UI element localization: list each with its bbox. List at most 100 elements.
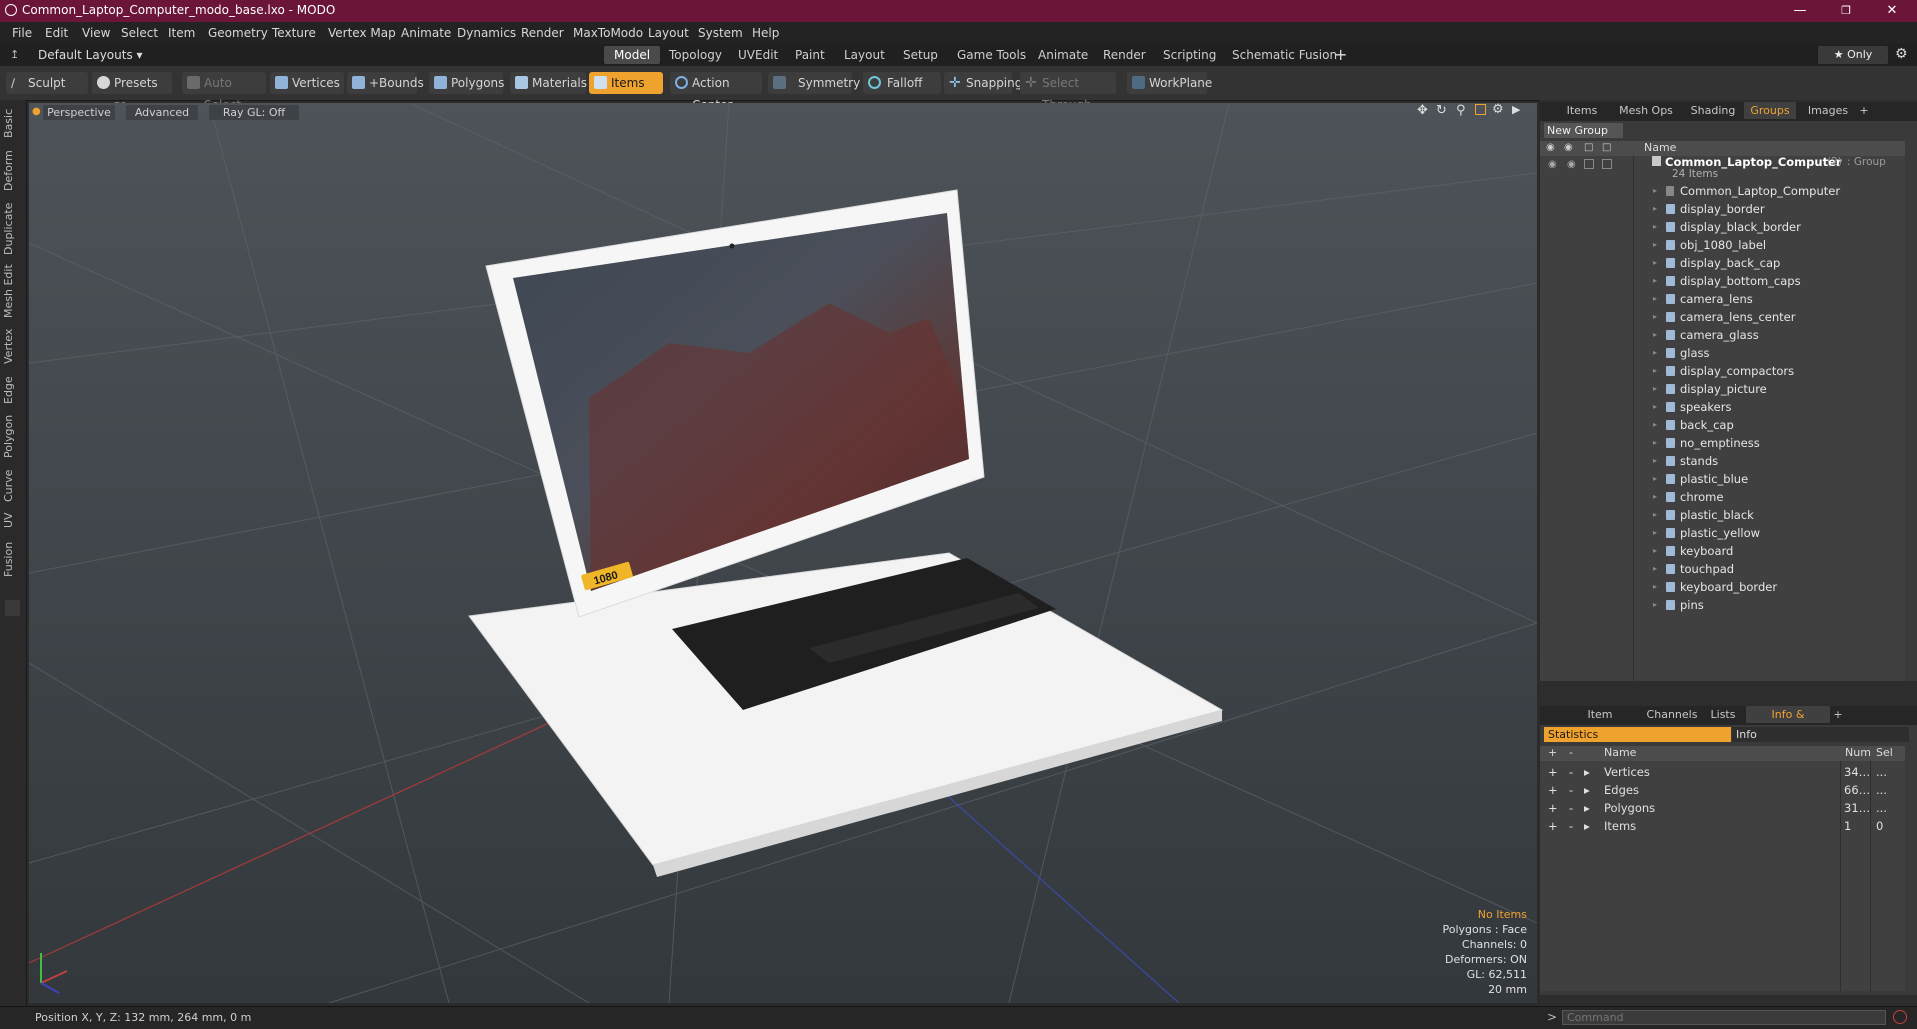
lock-column-icon[interactable]: □ (1584, 142, 1593, 153)
group-item-row[interactable]: ▸ display_bottom_caps (1540, 272, 1905, 290)
menu-help[interactable]: Help (752, 26, 779, 40)
maximize-button[interactable]: ❐ (1823, 0, 1869, 22)
expand-arrow-icon[interactable]: ▸ (1653, 308, 1657, 326)
info-subtab[interactable]: Info (1732, 727, 1909, 742)
symmetry-button[interactable]: Symmetry (768, 72, 860, 94)
materials-button[interactable]: Materials (510, 72, 587, 94)
3d-viewport[interactable]: 1080 ● Perspective Advanced Ray GL: Off … (29, 103, 1537, 1003)
expand-arrow-icon[interactable]: ▸ (1653, 362, 1657, 380)
group-item-row[interactable]: ▸ camera_lens (1540, 290, 1905, 308)
tab-curve[interactable]: Curve (2, 466, 24, 506)
group-item-row[interactable]: ▸ pins (1540, 596, 1905, 614)
collapse-all-icon[interactable]: - (1569, 746, 1573, 759)
expand-arrow-icon[interactable]: ▸ (1653, 578, 1657, 596)
tab-vertex[interactable]: Vertex (2, 324, 24, 368)
expand-arrow-icon[interactable]: ▸ (1584, 781, 1590, 799)
group-item-row[interactable]: ▸ plastic_yellow (1540, 524, 1905, 542)
rotate-icon[interactable]: ↻ (1436, 103, 1447, 118)
remove-icon[interactable]: - (1569, 781, 1573, 799)
group-item-row[interactable]: ▸ speakers (1540, 398, 1905, 416)
render-icon[interactable]: ◉ (1567, 159, 1576, 170)
group-item-row[interactable]: ▸ keyboard_border (1540, 578, 1905, 596)
menu-maxtomodo[interactable]: MaxToModo (573, 26, 643, 40)
workplane-button[interactable]: WorkPlane (1127, 72, 1212, 94)
new-group-button[interactable]: New Group (1544, 123, 1623, 138)
group-item-row[interactable]: ▸ chrome (1540, 488, 1905, 506)
command-input[interactable] (1562, 1010, 1886, 1025)
tab-layout[interactable]: Layout (834, 46, 895, 64)
polygons-button[interactable]: Polygons (429, 72, 504, 94)
statistics-row[interactable]: + - ▸ Edges 66…... (1540, 781, 1905, 799)
group-item-row[interactable]: ▸ obj_1080_label (1540, 236, 1905, 254)
tab-images[interactable]: Images (1800, 102, 1856, 119)
menu-view[interactable]: View (82, 26, 110, 40)
add-icon[interactable]: + (1548, 763, 1558, 781)
tab-polygon[interactable]: Polygon (2, 410, 24, 462)
tab-paint[interactable]: Paint (785, 46, 835, 64)
menu-select[interactable]: Select (121, 26, 158, 40)
expand-arrow-icon[interactable]: ▸ (1584, 817, 1590, 835)
group-item-row[interactable]: ▸ stands (1540, 452, 1905, 470)
tab-animate[interactable]: Animate (1028, 46, 1098, 64)
tab-topology[interactable]: Topology (659, 46, 732, 64)
minimize-button[interactable]: — (1777, 0, 1823, 22)
remove-icon[interactable]: - (1569, 817, 1573, 835)
auto-select-button[interactable]: Auto Select (182, 72, 266, 112)
menu-vertex-map[interactable]: Vertex Map (328, 26, 396, 40)
expand-arrow-icon[interactable]: ▸ (1653, 560, 1657, 578)
menu-texture[interactable]: Texture (272, 26, 316, 40)
remove-icon[interactable]: - (1569, 763, 1573, 781)
group-item-row[interactable]: ▸ touchpad (1540, 560, 1905, 578)
expand-arrow-icon[interactable]: ▸ (1653, 218, 1657, 236)
expand-arrow-icon[interactable]: ▸ (1653, 200, 1657, 218)
expand-arrow-icon[interactable]: ▸ (1653, 380, 1657, 398)
fit-icon[interactable] (1475, 104, 1486, 115)
advanced-dropdown[interactable]: Advanced (126, 105, 198, 120)
expand-arrow-icon[interactable]: ▶ (1512, 103, 1520, 116)
add-icon[interactable]: + (1548, 781, 1558, 799)
group-item-row[interactable]: ▸ keyboard (1540, 542, 1905, 560)
group-name[interactable]: Common_Laptop_Computer (1665, 155, 1842, 169)
expand-arrow-icon[interactable]: ▸ (1653, 524, 1657, 542)
statistics-subtab[interactable]: Statistics (1544, 727, 1731, 742)
add-icon[interactable]: + (1548, 799, 1558, 817)
group-item-row[interactable]: ▸ camera_lens_center (1540, 308, 1905, 326)
tab-uv[interactable]: UV (2, 508, 24, 532)
lock-checkbox[interactable] (1584, 159, 1594, 169)
expand-arrow-icon[interactable]: ▸ (1653, 326, 1657, 344)
tab-fusion[interactable]: Fusion (2, 536, 24, 582)
expand-arrow-icon[interactable]: ▸ (1653, 470, 1657, 488)
record-icon[interactable] (1893, 1010, 1907, 1024)
group-item-row[interactable]: ▸ display_border (1540, 200, 1905, 218)
select-checkbox[interactable] (1602, 159, 1612, 169)
tab-scripting[interactable]: Scripting (1153, 46, 1226, 64)
group-item-row[interactable]: ▸ camera_glass (1540, 326, 1905, 344)
falloff-button[interactable]: Falloff (863, 72, 941, 94)
menu-geometry[interactable]: Geometry (208, 26, 268, 40)
remove-icon[interactable]: - (1569, 799, 1573, 817)
snapping-button[interactable]: ✛ Snapping (944, 72, 1022, 94)
tab-mesh-ops[interactable]: Mesh Ops (1614, 102, 1678, 119)
sculpt-button[interactable]: ∕ Sculpt (6, 72, 88, 94)
default-layouts-dropdown[interactable]: Default Layouts ▾ (38, 48, 143, 62)
tab-item-properties[interactable]: Item Properties (1560, 706, 1640, 738)
tab-game-tools[interactable]: Game Tools (947, 46, 1036, 64)
eye-icon[interactable]: ◉ (1548, 159, 1557, 170)
expand-arrow-icon[interactable]: ▸ (1653, 542, 1657, 560)
menu-render[interactable]: Render (521, 26, 564, 40)
tab-basic[interactable]: Basic (2, 106, 24, 140)
menu-item[interactable]: Item (168, 26, 195, 40)
statistics-row[interactable]: + - ▸ Polygons 31…... (1540, 799, 1905, 817)
group-item-row[interactable]: ▸ display_back_cap (1540, 254, 1905, 272)
tab-edge[interactable]: Edge (2, 372, 24, 408)
visibility-column-icon[interactable]: ◉ (1546, 142, 1555, 153)
group-item-row[interactable]: ▸ glass (1540, 344, 1905, 362)
select-through-button[interactable]: ✛Select Through (1020, 72, 1116, 112)
expand-arrow-icon[interactable]: ▸ (1653, 236, 1657, 254)
items-button[interactable]: Items (589, 72, 663, 94)
expand-arrow-icon[interactable]: ▸ (1653, 290, 1657, 308)
tab-duplicate[interactable]: Duplicate (2, 200, 24, 258)
group-item-row[interactable]: ▸ display_compactors (1540, 362, 1905, 380)
add-icon[interactable]: + (1548, 817, 1558, 835)
expand-arrow-icon[interactable]: ▸ (1653, 488, 1657, 506)
